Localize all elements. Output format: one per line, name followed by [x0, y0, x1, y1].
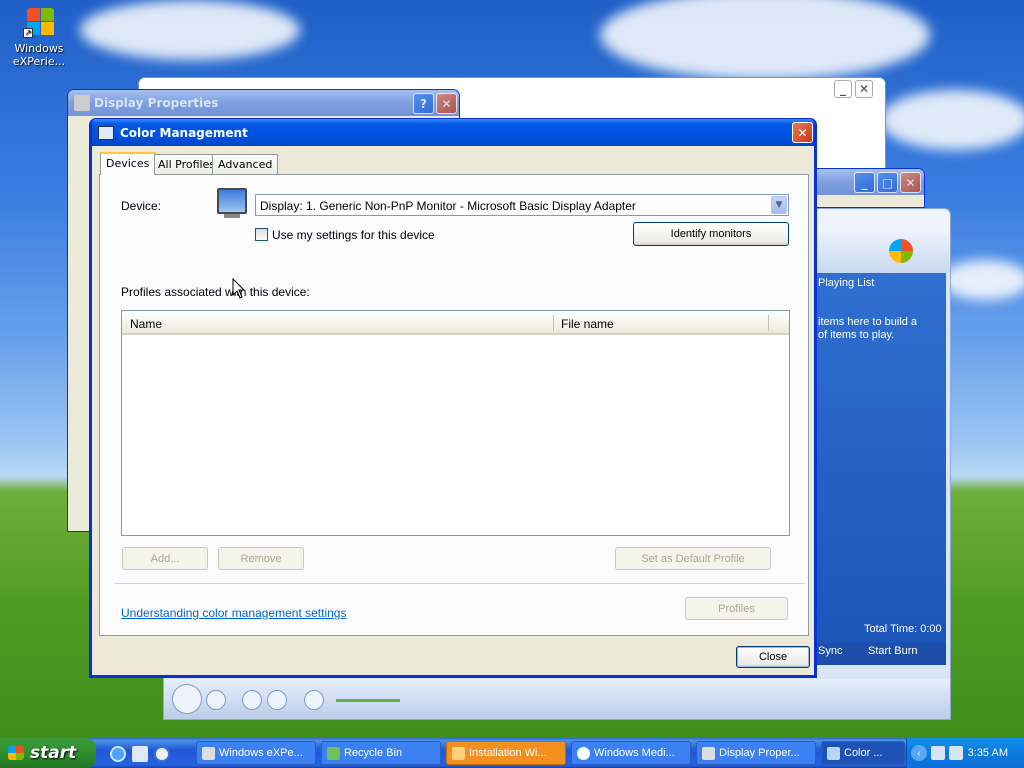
- background-window[interactable]: _ □ ✕: [810, 168, 925, 208]
- start-label: start: [30, 743, 77, 763]
- wmp-hint: items here to build a of items to play.: [818, 316, 918, 341]
- close-icon[interactable]: ✕: [792, 122, 813, 143]
- window-title: Display Properties: [94, 96, 219, 110]
- taskbar-item-windows-media[interactable]: Windows Medi...: [571, 741, 691, 765]
- wmp-sync[interactable]: Sync: [818, 645, 842, 657]
- chevron-down-icon[interactable]: ▼: [771, 196, 787, 214]
- taskbar-item-label: Recycle Bin: [344, 747, 403, 759]
- taskbar-item-label: Windows eXPe...: [219, 747, 303, 759]
- tab-advanced[interactable]: Advanced: [212, 154, 279, 174]
- wmp-start-burn[interactable]: Start Burn: [868, 645, 918, 657]
- taskbar-item-installation-wizard[interactable]: Installation Wi...: [446, 741, 566, 765]
- internet-explorer-icon[interactable]: [110, 746, 126, 762]
- monitor-icon: [217, 188, 247, 214]
- identify-monitors-button[interactable]: Identify monitors: [633, 222, 789, 246]
- cloud: [940, 260, 1024, 300]
- clock[interactable]: 3:35 AM: [968, 747, 1008, 759]
- cloud: [880, 90, 1024, 150]
- profiles-label: Profiles associated with this device:: [121, 285, 310, 299]
- windows-flag-icon: ↗: [23, 6, 55, 38]
- mute-button-icon[interactable]: [304, 690, 324, 710]
- play-button-icon[interactable]: [172, 684, 202, 714]
- volume-icon[interactable]: [949, 746, 963, 760]
- taskbar-item-windows-experience[interactable]: Windows eXPe...: [196, 741, 316, 765]
- previous-button-icon[interactable]: [242, 690, 262, 710]
- close-icon[interactable]: ✕: [900, 172, 921, 193]
- system-tray: ‹ 3:35 AM: [906, 738, 1024, 768]
- display-properties-icon: [702, 747, 715, 760]
- cloud: [80, 0, 300, 60]
- recycle-bin-icon: [327, 747, 340, 760]
- column-header-name[interactable]: Name: [130, 317, 162, 331]
- device-select[interactable]: Display: 1. Generic Non-PnP Monitor - Mi…: [255, 194, 789, 216]
- desktop-icon-windows-experience[interactable]: ↗ Windows eXPerie...: [8, 6, 70, 68]
- show-desktop-icon[interactable]: [132, 746, 148, 762]
- taskbar: start Windows eXPe... Recycle Bin Instal…: [0, 738, 1024, 768]
- media-player-icon[interactable]: [154, 746, 170, 762]
- media-player-icon: [577, 747, 590, 760]
- windows-logo-icon: [889, 239, 913, 263]
- window-icon: [74, 95, 90, 111]
- wmp-playing-list[interactable]: Playing List: [818, 277, 874, 289]
- tab-all-profiles[interactable]: All Profiles: [152, 154, 222, 174]
- chevron-left-icon[interactable]: ‹: [911, 745, 927, 761]
- device-label: Device:: [121, 199, 162, 213]
- start-button[interactable]: start: [0, 738, 96, 768]
- help-icon[interactable]: ?: [413, 93, 434, 114]
- stop-button-icon[interactable]: [206, 690, 226, 710]
- desktop-icon-label: Windows eXPerie...: [12, 42, 66, 68]
- taskbar-item-label: Windows Medi...: [594, 747, 675, 759]
- minimize-icon[interactable]: _: [834, 80, 852, 98]
- dialog-title: Color Management: [120, 125, 248, 140]
- device-select-value: Display: 1. Generic Non-PnP Monitor - Mi…: [260, 199, 636, 213]
- taskbar-item-display-properties[interactable]: Display Proper...: [696, 741, 816, 765]
- taskbar-item-label: Installation Wi...: [469, 747, 547, 759]
- monitor-stand-icon: [224, 214, 240, 218]
- profiles-button[interactable]: Profiles: [685, 597, 788, 620]
- color-management-help-link[interactable]: Understanding color management settings: [121, 606, 346, 620]
- maximize-icon[interactable]: □: [877, 172, 898, 193]
- set-default-profile-button[interactable]: Set as Default Profile: [615, 547, 771, 570]
- remove-button[interactable]: Remove: [218, 547, 304, 570]
- monitor-icon: [827, 747, 840, 760]
- document-icon: [202, 747, 215, 760]
- close-icon[interactable]: ✕: [436, 93, 457, 114]
- installer-icon: [452, 747, 465, 760]
- close-button[interactable]: Close: [736, 646, 810, 668]
- use-settings-checkbox[interactable]: [255, 228, 268, 241]
- taskbar-item-label: Display Proper...: [719, 747, 800, 759]
- next-button-icon[interactable]: [267, 690, 287, 710]
- mouse-cursor-icon: [232, 278, 246, 299]
- close-icon[interactable]: ✕: [855, 80, 873, 98]
- windows-flag-icon: [8, 746, 24, 760]
- column-header-file-name[interactable]: File name: [561, 317, 614, 331]
- use-settings-label[interactable]: Use my settings for this device: [272, 228, 435, 242]
- volume-slider[interactable]: [336, 699, 400, 702]
- taskbar-item-recycle-bin[interactable]: Recycle Bin: [321, 741, 441, 765]
- monitor-icon: [98, 125, 114, 140]
- profiles-table[interactable]: Name File name: [121, 310, 790, 536]
- tab-devices[interactable]: Devices: [100, 152, 156, 175]
- taskbar-item-color-management[interactable]: Color ...: [821, 741, 905, 765]
- minimize-icon[interactable]: _: [854, 172, 875, 193]
- cloud: [600, 0, 930, 80]
- wmp-total-time: Total Time: 0:00: [864, 623, 942, 635]
- add-button[interactable]: Add...: [122, 547, 208, 570]
- devices-panel: Device: Display: 1. Generic Non-PnP Moni…: [99, 174, 809, 636]
- table-header: Name File name: [122, 311, 789, 335]
- color-management-dialog[interactable]: Color Management ✕ Devices All Profiles …: [89, 118, 817, 678]
- taskbar-item-label: Color ...: [844, 747, 883, 759]
- network-icon[interactable]: [931, 746, 945, 760]
